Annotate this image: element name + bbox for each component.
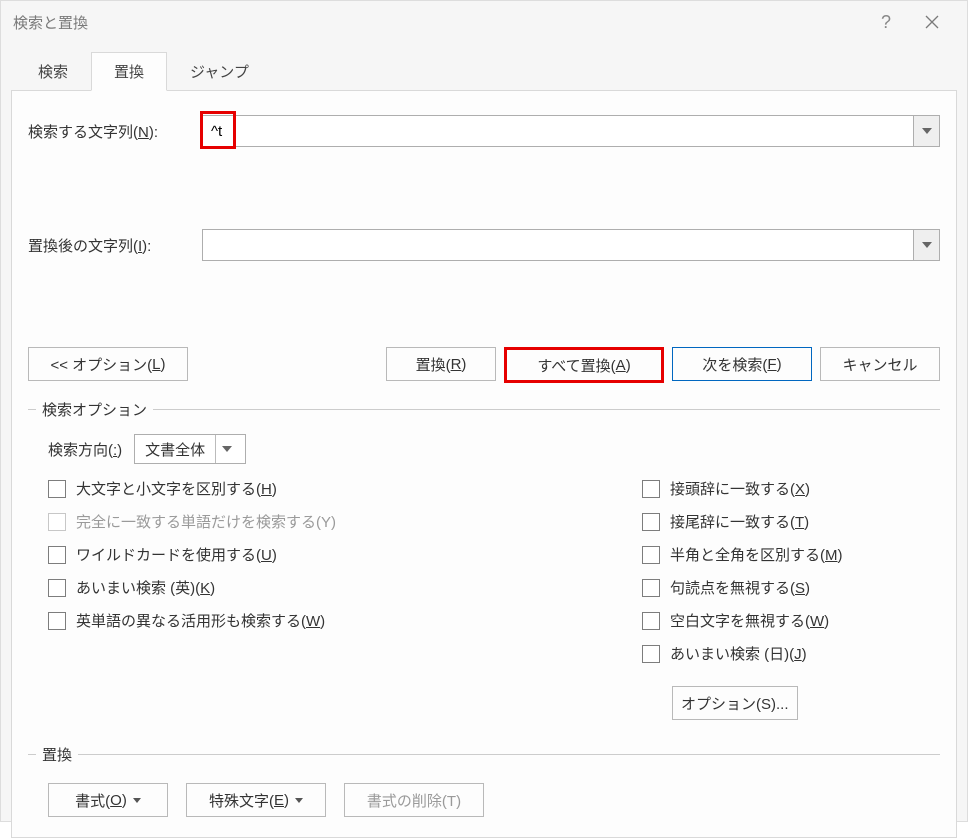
chk-half-full-width[interactable]: 半角と全角を区別する(M): [642, 544, 932, 565]
tab-find[interactable]: 検索: [15, 52, 91, 91]
replace-button[interactable]: 置換(R): [386, 347, 496, 381]
close-button[interactable]: [909, 1, 955, 43]
search-direction-row: 検索方向(:) 文書全体: [48, 434, 932, 464]
chk-ignore-punct[interactable]: 句読点を無視する(S): [642, 577, 932, 598]
tab-goto[interactable]: ジャンプ: [167, 52, 272, 91]
search-direction-label: 検索方向(:): [48, 439, 122, 460]
find-combo: [202, 115, 940, 147]
replace-input[interactable]: [202, 229, 914, 261]
replace-group-legend: 置換: [36, 744, 78, 765]
chk-suffix[interactable]: 接尾辞に一致する(T): [642, 511, 932, 532]
chevron-down-icon: [922, 242, 932, 248]
chk-prefix[interactable]: 接頭辞に一致する(X): [642, 478, 932, 499]
chk-fuzzy-jp[interactable]: あいまい検索 (日)(J): [642, 643, 932, 664]
find-replace-dialog: 検索と置換 ? 検索 置換 ジャンプ 検索する文字列(N): 置換後の文字列: [0, 0, 968, 822]
replace-dropdown-button[interactable]: [914, 229, 940, 261]
cancel-button[interactable]: キャンセル: [820, 347, 940, 381]
find-next-button[interactable]: 次を検索(F): [672, 347, 812, 381]
close-icon: [925, 15, 939, 29]
caret-down-icon: [295, 798, 303, 803]
tab-strip: 検索 置換 ジャンプ: [1, 43, 967, 90]
search-direction-select[interactable]: 文書全体: [134, 434, 246, 464]
search-options-legend: 検索オプション: [36, 399, 153, 420]
format-button[interactable]: 書式(O): [48, 783, 168, 817]
bottom-button-row: 書式(O) 特殊文字(E) 書式の削除(T): [48, 783, 932, 817]
options-collapse-button[interactable]: << オプション(L): [28, 347, 188, 381]
options-col-left: 大文字と小文字を区別する(H) 完全に一致する単語だけを検索する(Y) ワイルド…: [48, 478, 602, 720]
panel-body: 検索する文字列(N): 置換後の文字列(I):: [11, 90, 957, 838]
search-direction-value: 文書全体: [145, 439, 205, 460]
chk-ignore-space[interactable]: 空白文字を無視する(W): [642, 610, 932, 631]
chk-whole-word: 完全に一致する単語だけを検索する(Y): [48, 511, 602, 532]
replace-group: 置換 書式(O) 特殊文字(E) 書式の削除(T): [28, 744, 940, 821]
chk-fuzzy-en[interactable]: あいまい検索 (英)(K): [48, 577, 602, 598]
no-formatting-button: 書式の削除(T): [344, 783, 484, 817]
caret-down-icon: [133, 798, 141, 803]
replace-combo: [202, 229, 940, 261]
search-options-group: 検索オプション 検索方向(:) 文書全体 大文字と小文字を区別する(H): [28, 399, 940, 724]
options-col-right: 接頭辞に一致する(X) 接尾辞に一致する(T) 半角と全角を区別する(M) 句読…: [642, 478, 932, 720]
find-dropdown-button[interactable]: [914, 115, 940, 147]
tab-replace[interactable]: 置換: [91, 52, 167, 91]
titlebar: 検索と置換 ?: [1, 1, 967, 43]
help-button[interactable]: ?: [863, 1, 909, 43]
chk-wildcards[interactable]: ワイルドカードを使用する(U): [48, 544, 602, 565]
find-label: 検索する文字列(N):: [28, 121, 188, 142]
main-button-row: << オプション(L) 置換(R) すべて置換(A) 次を検索(F) キャンセル: [28, 347, 940, 383]
replace-all-button[interactable]: すべて置換(A): [504, 347, 664, 383]
window-title: 検索と置換: [13, 12, 863, 33]
chevron-down-icon: [215, 435, 237, 463]
special-button[interactable]: 特殊文字(E): [186, 783, 326, 817]
chk-match-case[interactable]: 大文字と小文字を区別する(H): [48, 478, 602, 499]
chevron-down-icon: [922, 128, 932, 134]
chk-word-forms[interactable]: 英単語の異なる活用形も検索する(W): [48, 610, 602, 631]
replace-label: 置換後の文字列(I):: [28, 235, 188, 256]
find-input[interactable]: [202, 115, 914, 147]
fuzzy-options-button[interactable]: オプション(S)...: [672, 686, 798, 720]
